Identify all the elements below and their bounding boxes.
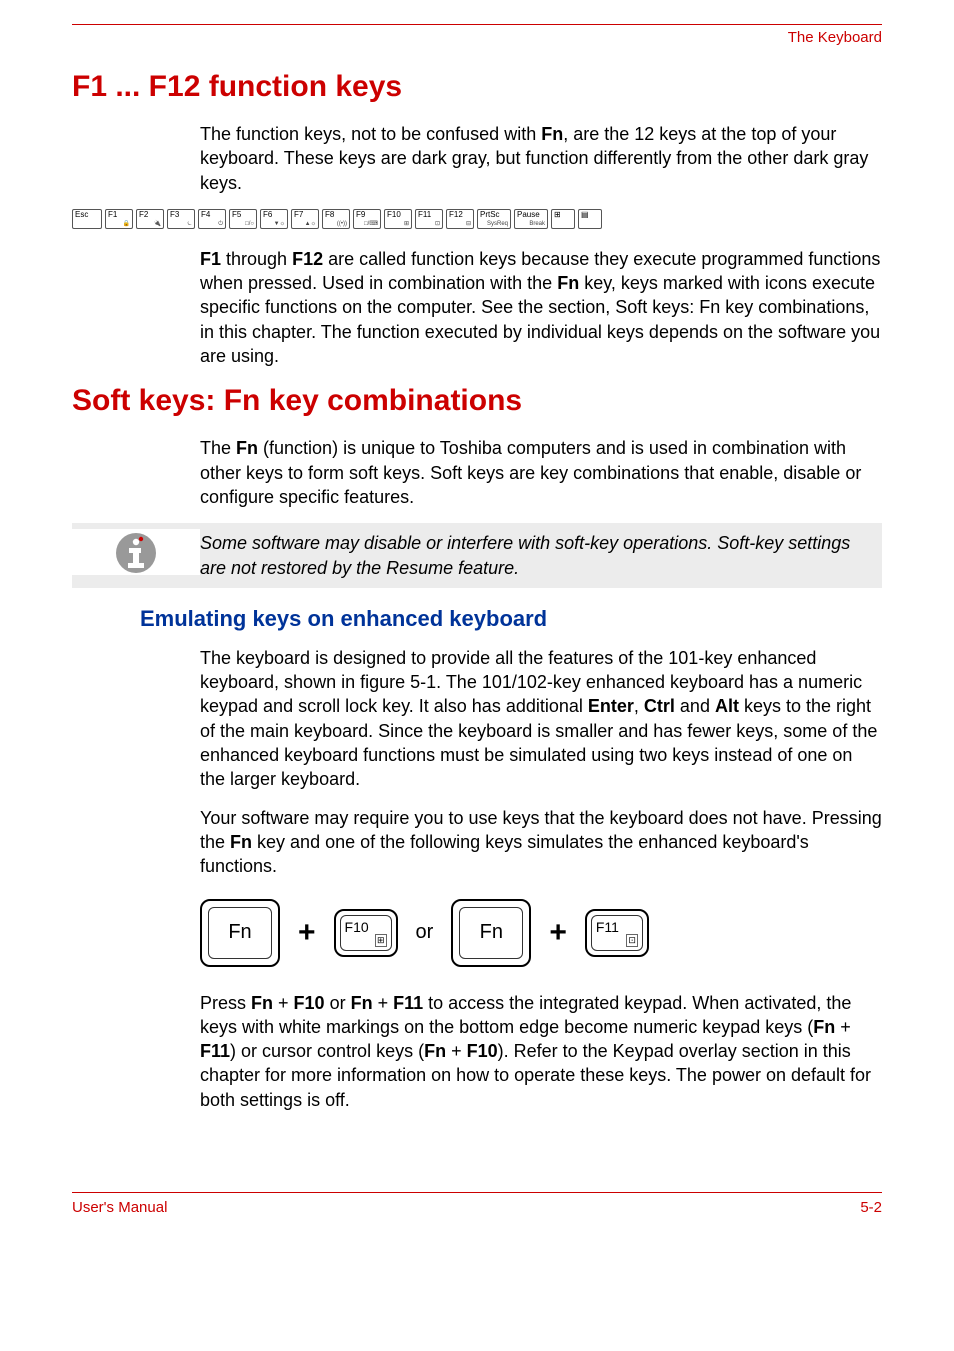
kb-key: F5□/○ [229,209,257,229]
key-f10-text: F10 [345,919,369,935]
body-paragraph-1: F1 through F12 are called function keys … [200,247,882,368]
plus-2: + [549,916,567,950]
key-fn-1-label: Fn [208,907,272,959]
key-fn-1: Fn [200,899,280,967]
key-f11-text: F11 [596,919,619,935]
key-fn-2-label: Fn [459,907,523,959]
note-icon-cell [72,529,200,575]
kb-key: F6▼☼ [260,209,288,229]
softkeys-paragraph: The Fn (function) is unique to Toshiba c… [200,436,882,509]
kb-key: ⊞ [551,209,575,229]
key-f11-sub-icon: ⊡ [626,934,638,947]
info-icon [114,531,158,575]
top-rule [72,24,882,25]
key-f11-label: F11 ⊡ [591,915,643,951]
kb-key: F12⊟ [446,209,474,229]
plus-1: + [298,916,316,950]
heading-function-keys: F1 ... F12 function keys [72,70,882,104]
key-fn-2: Fn [451,899,531,967]
footer: User's Manual 5-2 [72,1192,882,1216]
kb-key: ▤ [578,209,602,229]
fn-combo-figure: Fn + F10 ⊞ or Fn + F11 ⊡ [200,899,882,967]
key-f10-sub-icon: ⊞ [375,934,387,947]
kb-key: F3⏾ [167,209,195,229]
intro-paragraph: The function keys, not to be confused wi… [200,122,882,195]
kb-key: F10⊞ [384,209,412,229]
heading-soft-keys: Soft keys: Fn key combinations [72,384,882,418]
kb-key: Esc [72,209,102,229]
header-section-label: The Keyboard [72,29,882,46]
kb-key: F7▲☼ [291,209,319,229]
kb-key: F1🔒 [105,209,133,229]
kb-key: F8((•)) [322,209,350,229]
kb-key: F2🔌 [136,209,164,229]
note-block: Some software may disable or interfere w… [72,523,882,588]
intro-a: The function keys, not to be confused wi… [200,124,541,144]
emulating-paragraph-1: The keyboard is designed to provide all … [200,646,882,792]
kb-key: PrtScSysReq [477,209,511,229]
kb-key: F11⊡ [415,209,443,229]
key-f10: F10 ⊞ [334,909,398,957]
emulating-paragraph-2: Your software may require you to use key… [200,806,882,879]
key-f10-label: F10 ⊞ [340,915,392,951]
footer-right: 5-2 [860,1199,882,1216]
press-paragraph: Press Fn + F10 or Fn + F11 to access the… [200,991,882,1112]
kb-key: F9□/⌨ [353,209,381,229]
kb-key: F4⏻ [198,209,226,229]
keyboard-row-figure: EscF1🔒F2🔌F3⏾F4⏻F5□/○F6▼☼F7▲☼F8((•))F9□/⌨… [72,209,882,229]
or-text: or [416,921,434,944]
key-f11: F11 ⊡ [585,909,649,957]
heading-emulating: Emulating keys on enhanced keyboard [140,606,882,632]
kb-key: PauseBreak [514,209,548,229]
footer-left: User's Manual [72,1199,167,1216]
fn-bold: Fn [541,124,563,144]
note-text: Some software may disable or interfere w… [200,529,882,582]
